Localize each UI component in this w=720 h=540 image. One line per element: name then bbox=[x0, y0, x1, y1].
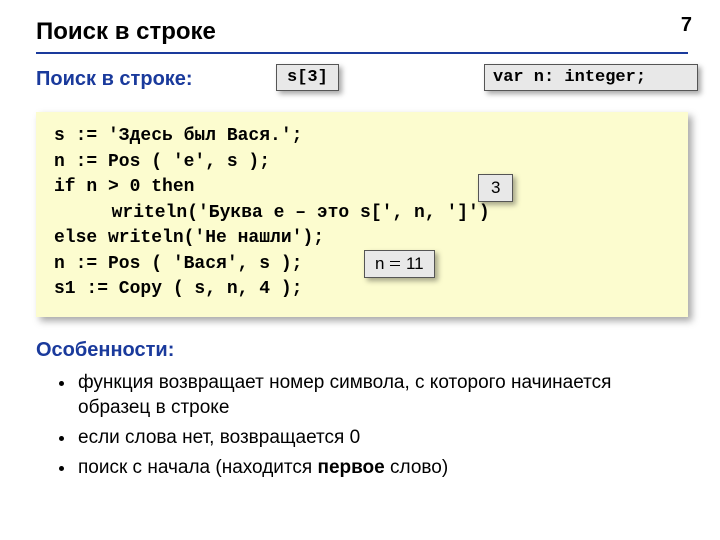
list-bold: первое bbox=[317, 457, 384, 478]
equals-icon bbox=[390, 261, 400, 266]
code-block-wrap: s := 'Здесь был Вася.'; n := Pos ( 'е', … bbox=[36, 112, 688, 317]
list-item: поиск с начала (находится первое слово) bbox=[76, 455, 688, 481]
list-text: если слова нет, возвращается 0 bbox=[78, 427, 360, 448]
code-line: s1 := Copy ( s, n, 4 ); bbox=[54, 279, 302, 299]
code-line: n := Pos ( 'Вася', s ); bbox=[54, 254, 302, 274]
code-line: writeln('Буква е – это s[', n, ']') bbox=[54, 201, 490, 227]
badge-3: 3 bbox=[478, 174, 513, 202]
badge-s3: s[3] bbox=[276, 64, 339, 91]
list-item: если слова нет, возвращается 0 bbox=[76, 425, 688, 451]
features-title: Особенности: bbox=[36, 339, 688, 362]
list-item: функция возвращает номер символа, с кото… bbox=[76, 370, 688, 421]
list-text: слово) bbox=[385, 457, 448, 478]
code-line: s := 'Здесь был Вася.'; bbox=[54, 126, 302, 146]
code-block: s := 'Здесь был Вася.'; n := Pos ( 'е', … bbox=[36, 112, 688, 317]
list-text: функция возвращает номер символа, с кото… bbox=[78, 372, 611, 419]
badge-n11: n 11 bbox=[364, 250, 435, 278]
list-text: поиск с начала (находится bbox=[78, 457, 317, 478]
badge-var-decl: var n: integer; bbox=[484, 64, 698, 91]
page-title: Поиск в строке bbox=[36, 18, 688, 54]
code-line: if n > 0 then bbox=[54, 177, 194, 197]
badge-n11-right: 11 bbox=[406, 254, 424, 273]
code-line: n := Pos ( 'е', s ); bbox=[54, 152, 270, 172]
page-number: 7 bbox=[681, 14, 692, 37]
section-subtitle: Поиск в строке: bbox=[36, 68, 193, 90]
code-line: else writeln('Не нашли'); bbox=[54, 228, 324, 248]
badge-n11-left: n bbox=[375, 254, 384, 273]
subtitle-row: Поиск в строке: s[3] var n: integer; bbox=[36, 68, 688, 102]
features-section: Особенности: функция возвращает номер си… bbox=[36, 339, 688, 481]
features-list: функция возвращает номер символа, с кото… bbox=[36, 370, 688, 481]
